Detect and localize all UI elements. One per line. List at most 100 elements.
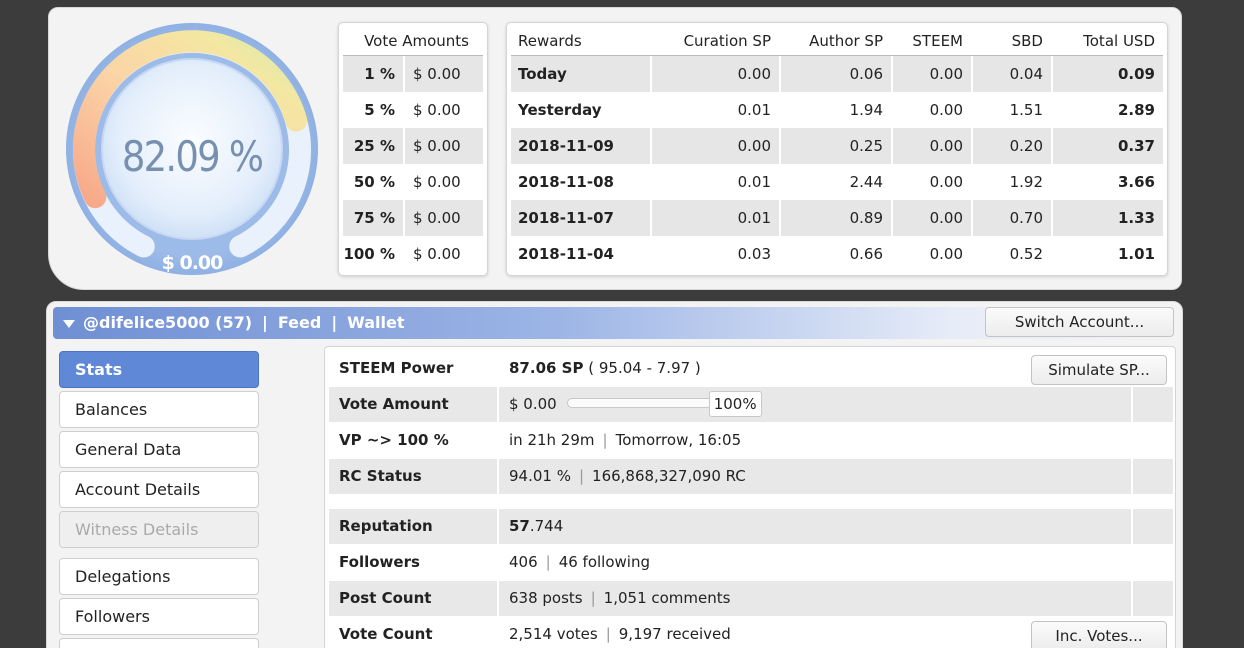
- stat-row-vp: VP ~> 100 % in 21h 29m | Tomorrow, 16:05: [329, 423, 1173, 458]
- stat-row-steem-power: STEEM Power 87.06 SP ( 95.04 - 7.97 ) Si…: [329, 351, 1173, 386]
- reputation-decimal: .744: [529, 517, 564, 535]
- steem: 0.00: [893, 56, 973, 92]
- followers-count: 406: [509, 553, 538, 571]
- reputation-integer: 57: [509, 517, 530, 535]
- post-count: 638 posts: [509, 589, 583, 607]
- stat-row-post-count: Post Count 638 posts | 1,051 comments: [329, 581, 1173, 616]
- rc-amount: 166,868,327,090 RC: [592, 467, 746, 485]
- rc-percent: 94.01 %: [509, 467, 571, 485]
- vote-pct: 1 %: [343, 56, 405, 92]
- rewards-row: 2018-11-04 0.03 0.66 0.00 0.52 1.01: [511, 236, 1163, 272]
- vote-value-usd: $ 0.00: [161, 252, 224, 274]
- vote-amounts-table: Vote Amounts 1 % $ 0.00 5 % $ 0.00 25 % $ 0…: [338, 22, 488, 276]
- total-usd: 3.66: [1117, 173, 1155, 191]
- col-header-author-sp: Author SP: [781, 23, 893, 55]
- curation-sp: 0.01: [652, 92, 781, 128]
- feed-link[interactable]: Feed: [278, 313, 321, 332]
- collapse-triangle-icon[interactable]: [63, 320, 75, 328]
- sidebar-item-next[interactable]: [59, 638, 259, 648]
- col-header-sbd: SBD: [973, 23, 1053, 55]
- sidebar-item-stats[interactable]: Stats: [59, 351, 259, 388]
- rewards-row: 2018-11-08 0.01 2.44 0.00 1.92 3.66: [511, 164, 1163, 200]
- sidebar-item-balances[interactable]: Balances: [59, 391, 259, 428]
- sidebar-item-general-data[interactable]: General Data: [59, 431, 259, 468]
- stat-label: Post Count: [329, 581, 499, 616]
- curation-sp: 0.00: [652, 128, 781, 164]
- comment-count: 1,051 comments: [603, 589, 731, 607]
- sbd: 0.04: [973, 56, 1053, 92]
- total-usd: 2.89: [1117, 101, 1155, 119]
- vote-amount: $ 0.00: [413, 245, 461, 263]
- author-sp: 0.66: [781, 236, 893, 272]
- vote-amount-row: 1 % $ 0.00: [343, 56, 483, 92]
- curation-sp: 0.00: [652, 56, 781, 92]
- sidebar-item-delegations[interactable]: Delegations: [59, 558, 259, 595]
- vote-pct: 25 %: [343, 128, 405, 164]
- curation-sp: 0.03: [652, 236, 781, 272]
- sidebar-item-account-details[interactable]: Account Details: [59, 471, 259, 508]
- author-sp: 0.89: [781, 200, 893, 236]
- vote-amount-value: $ 0.00: [509, 395, 557, 413]
- account-name-link[interactable]: @difelice5000 (57): [83, 313, 252, 332]
- rewards-row: Today 0.00 0.06 0.00 0.04 0.09: [511, 56, 1163, 92]
- stat-label: Followers: [329, 545, 499, 580]
- sbd: 1.92: [973, 164, 1053, 200]
- col-header-curation-sp: Curation SP: [652, 23, 781, 55]
- vote-amount: $ 0.00: [413, 137, 461, 155]
- vote-amount: $ 0.00: [413, 173, 461, 191]
- curation-sp: 0.01: [652, 200, 781, 236]
- switch-account-button[interactable]: Switch Account...: [985, 307, 1174, 337]
- vote-pct: 50 %: [343, 164, 405, 200]
- vote-amounts-header: Vote Amounts: [343, 23, 483, 56]
- following-count: 46 following: [558, 553, 650, 571]
- stat-label: VP ~> 100 %: [329, 423, 499, 458]
- reward-period: Yesterday: [511, 92, 652, 128]
- separator: |: [262, 313, 268, 332]
- stat-label: Reputation: [329, 509, 499, 544]
- wallet-link[interactable]: Wallet: [347, 313, 404, 332]
- rewards-row: 2018-11-09 0.00 0.25 0.00 0.20 0.37: [511, 128, 1163, 164]
- account-panel: @difelice5000 (57) | Feed | Wallet Switch Ac…: [46, 301, 1183, 648]
- stat-label: Vote Amount: [329, 387, 499, 422]
- total-usd: 1.33: [1117, 209, 1155, 227]
- vote-amount-row: 5 % $ 0.00: [343, 92, 483, 128]
- col-header-rewards: Rewards: [511, 23, 652, 55]
- author-sp: 2.44: [781, 164, 893, 200]
- curation-sp: 0.01: [652, 164, 781, 200]
- vote-amount: $ 0.00: [413, 65, 461, 83]
- stat-label: Vote Count: [329, 617, 499, 648]
- reward-period: 2018-11-09: [511, 128, 652, 164]
- stat-row-followers: Followers 406 | 46 following: [329, 545, 1173, 580]
- vp-time: in 21h 29m: [509, 431, 595, 449]
- simulate-sp-button[interactable]: Simulate SP...: [1031, 355, 1167, 385]
- sbd: 0.52: [973, 236, 1053, 272]
- total-usd: 1.01: [1117, 245, 1155, 263]
- sbd: 0.70: [973, 200, 1053, 236]
- steem: 0.00: [893, 236, 973, 272]
- vote-amount-row: 25 % $ 0.00: [343, 128, 483, 164]
- stats-table: STEEM Power 87.06 SP ( 95.04 - 7.97 ) Si…: [324, 346, 1176, 648]
- stat-label: RC Status: [329, 459, 499, 494]
- steem: 0.00: [893, 92, 973, 128]
- author-sp: 1.94: [781, 92, 893, 128]
- reward-period: Today: [511, 56, 652, 92]
- reward-period: 2018-11-04: [511, 236, 652, 272]
- steem-power-value: 87.06 SP: [509, 359, 584, 377]
- stat-row-vote-amount: Vote Amount $ 0.00 100%: [329, 387, 1173, 422]
- voting-power-percent: 82.09 %: [121, 132, 264, 181]
- vote-weight-value[interactable]: 100%: [708, 390, 762, 417]
- inc-votes-button[interactable]: Inc. Votes...: [1031, 621, 1167, 648]
- steem: 0.00: [893, 164, 973, 200]
- stat-row-rc: RC Status 94.01 % | 166,868,327,090 RC: [329, 459, 1173, 494]
- sidebar-nav: Stats Balances General Data Account Deta…: [59, 351, 261, 648]
- sidebar-item-followers[interactable]: Followers: [59, 598, 259, 635]
- voting-power-gauge: 82.09 % $ 0.00: [63, 20, 321, 278]
- vote-weight-slider[interactable]: [566, 397, 713, 408]
- author-sp: 0.06: [781, 56, 893, 92]
- total-usd: 0.37: [1117, 137, 1155, 155]
- vp-date: Tomorrow, 16:05: [615, 431, 742, 449]
- total-usd: 0.09: [1117, 65, 1155, 83]
- sbd: 0.20: [973, 128, 1053, 164]
- sidebar-item-witness-details: Witness Details: [59, 511, 259, 548]
- votes-received: 9,197 received: [618, 625, 731, 643]
